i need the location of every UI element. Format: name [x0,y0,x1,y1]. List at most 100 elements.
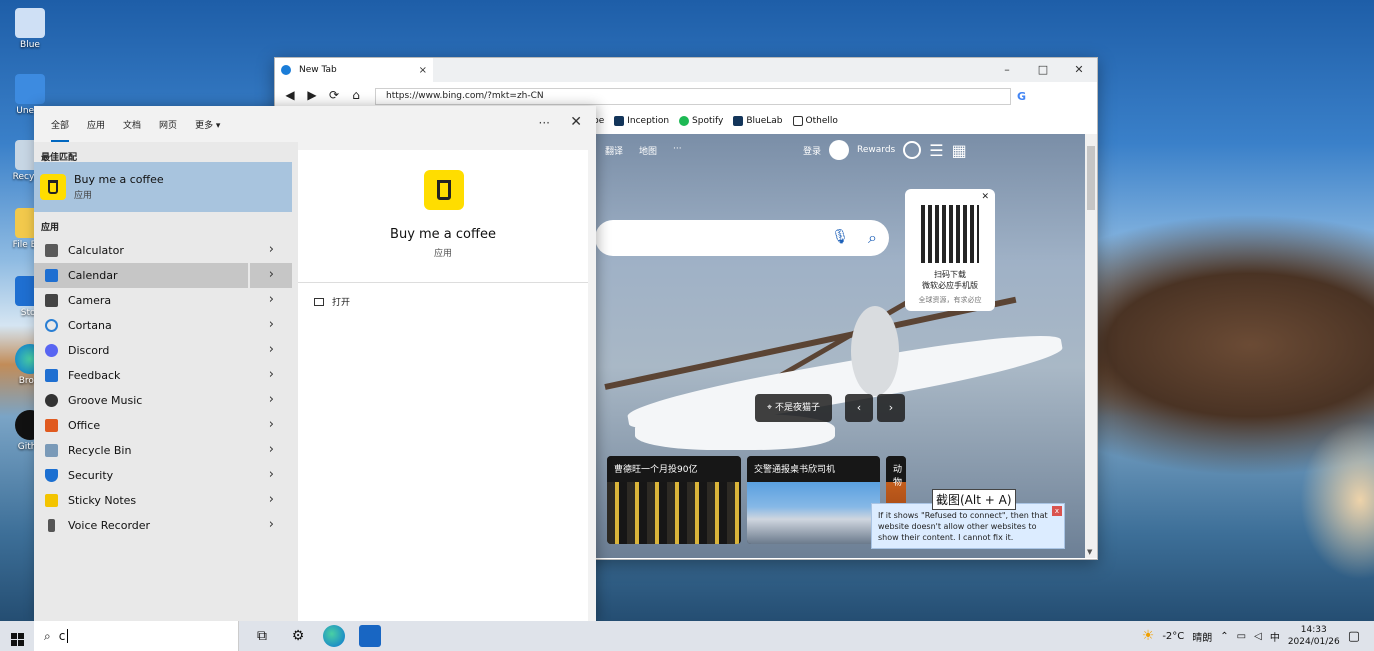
bing-nav-translate[interactable]: 翻译 [605,144,623,157]
volume-icon[interactable]: ◁ [1254,631,1262,642]
app-label: Feedback [68,369,121,382]
google-icon[interactable]: G [1017,90,1026,103]
scroll-down-arrow-icon[interactable]: ▼ [1087,548,1092,556]
bookmark-spotify[interactable]: Spotify [679,116,723,126]
chevron-right-icon[interactable]: › [269,267,274,282]
close-icon[interactable]: ✕ [981,192,989,202]
minimize-button[interactable]: – [989,58,1025,82]
settings-gear-icon[interactable]: ⚙ [287,625,309,647]
tab-more[interactable]: 更多 ▾ [195,118,220,131]
app-icon [15,74,45,104]
next-image-button[interactable]: › [877,394,905,422]
tab-title: New Tab [299,65,337,75]
avatar-icon[interactable] [829,140,850,160]
notification-icon[interactable]: ▢ [1348,629,1360,644]
bing-search-box[interactable]: 🎙 ⌕ [595,220,889,256]
chevron-right-icon[interactable]: › [269,392,274,407]
list-item-voice-recorder[interactable]: Voice Recorder › [34,513,292,538]
bookmark-othello[interactable]: Othello [792,116,838,126]
open-action[interactable]: 打开 [314,295,350,308]
chevron-right-icon[interactable]: › [269,317,274,332]
back-button[interactable]: ◀ [279,88,301,102]
bookmark-label: Inception [627,116,670,126]
list-item-cortana[interactable]: Cortana › [34,313,292,338]
bing-nav-maps[interactable]: 地图 [639,144,657,157]
list-item-discord[interactable]: Discord › [34,338,292,363]
news-card[interactable]: 交警通报桌书欣司机 [747,456,880,544]
scrollbar-thumb[interactable] [1087,146,1095,210]
network-icon[interactable]: ▭ [1237,631,1246,642]
desktop-icon-blue[interactable]: Blue [10,8,50,50]
list-item-groove-music[interactable]: Groove Music › [34,388,292,413]
list-item-camera[interactable]: Camera › [34,288,292,313]
results-list: 最佳匹配 Buy me a coffee 应用 应用 Calculator › … [34,142,298,621]
list-item-sticky-notes[interactable]: Sticky Notes › [34,488,292,513]
qr-code-icon[interactable]: ▦ [952,141,967,160]
bing-rewards-link[interactable]: Rewards [857,145,895,155]
bookmark-bluelab[interactable]: BlueLab [733,116,783,126]
trophy-icon[interactable] [903,141,922,159]
home-button[interactable]: ⌂ [345,88,367,102]
ime-indicator[interactable]: 中 [1270,629,1280,644]
chevron-right-icon[interactable]: › [269,242,274,257]
close-window-button[interactable]: ✕ [1061,58,1097,82]
more-options-icon[interactable]: ··· [539,116,550,130]
list-item-office[interactable]: Office › [34,413,292,438]
sun-weather-icon[interactable]: ☀ [1142,628,1155,644]
app-label: Recycle Bin [68,444,132,457]
bookmarks-bar: pe Inception Spotify BlueLab Othello [593,116,838,126]
close-panel-button[interactable]: ✕ [570,114,582,130]
chevron-right-icon[interactable]: › [269,342,274,357]
address-bar[interactable]: https://www.bing.com/?mkt=zh-CN [375,88,1011,105]
tab-web[interactable]: 网页 [159,118,177,131]
image-location-pill[interactable]: ⌖ 不是夜猫子 [755,394,832,422]
app-label: Sticky Notes [68,494,137,507]
bing-nav-more[interactable]: ··· [673,144,682,157]
weather-temperature[interactable]: -2°C [1162,631,1184,642]
chevron-right-icon[interactable]: › [269,492,274,507]
bookmark-inception[interactable]: Inception [614,116,669,126]
list-item-feedback[interactable]: Feedback › [34,363,292,388]
chevron-right-icon[interactable]: › [269,417,274,432]
detail-subtitle: 应用 [433,249,452,259]
best-match-item[interactable]: Buy me a coffee 应用 [34,162,292,212]
store-icon[interactable] [359,625,381,647]
app-label: Voice Recorder [68,519,151,532]
microphone-icon[interactable]: 🎙 [831,229,849,245]
list-item-calculator[interactable]: Calculator › [34,238,292,263]
best-match-title: Buy me a coffee [74,173,164,186]
search-input[interactable]: c [59,629,66,643]
start-button[interactable] [0,627,34,646]
refresh-button[interactable]: ⟳ [323,88,345,102]
maximize-button[interactable]: □ [1025,58,1061,82]
taskbar-search-box[interactable]: ⌕ c [34,621,239,651]
bing-login-link[interactable]: 登录 [803,144,821,157]
chevron-right-icon[interactable]: › [269,442,274,457]
forward-button[interactable]: ▶ [301,88,323,102]
text-caret [67,629,69,643]
browser-tab[interactable]: New Tab × [275,58,433,82]
tab-documents[interactable]: 文档 [123,118,141,131]
tab-close-icon[interactable]: × [419,65,427,76]
browser-scrollbar[interactable]: ▼ [1085,134,1097,558]
list-item-calendar[interactable]: Calendar › [34,263,292,288]
chevron-right-icon[interactable]: › [269,292,274,307]
chevron-right-icon[interactable]: › [269,517,274,532]
list-item-recycle-bin[interactable]: Recycle Bin › [34,438,292,463]
close-icon[interactable]: x [1052,506,1062,516]
search-icon[interactable]: ⌕ [868,228,877,248]
news-card[interactable]: 曹德旺一个月投90亿 [607,456,741,544]
chevron-up-icon[interactable]: ⌃ [1220,631,1228,642]
list-item-security[interactable]: Security › [34,463,292,488]
location-label: 不是夜猫子 [774,403,820,413]
chevron-right-icon[interactable]: › [269,467,274,482]
task-view-icon[interactable]: ⧉ [251,625,273,647]
tab-all[interactable]: 全部 [51,118,70,142]
tab-apps[interactable]: 应用 [87,118,105,131]
edge-icon[interactable] [323,625,345,647]
weather-condition[interactable]: 晴朗 [1192,629,1212,644]
prev-image-button[interactable]: ‹ [845,394,873,422]
chevron-right-icon[interactable]: › [269,367,274,382]
hamburger-menu-icon[interactable]: ☰ [929,141,943,160]
clock[interactable]: 14:33 2024/01/26 [1288,624,1340,648]
